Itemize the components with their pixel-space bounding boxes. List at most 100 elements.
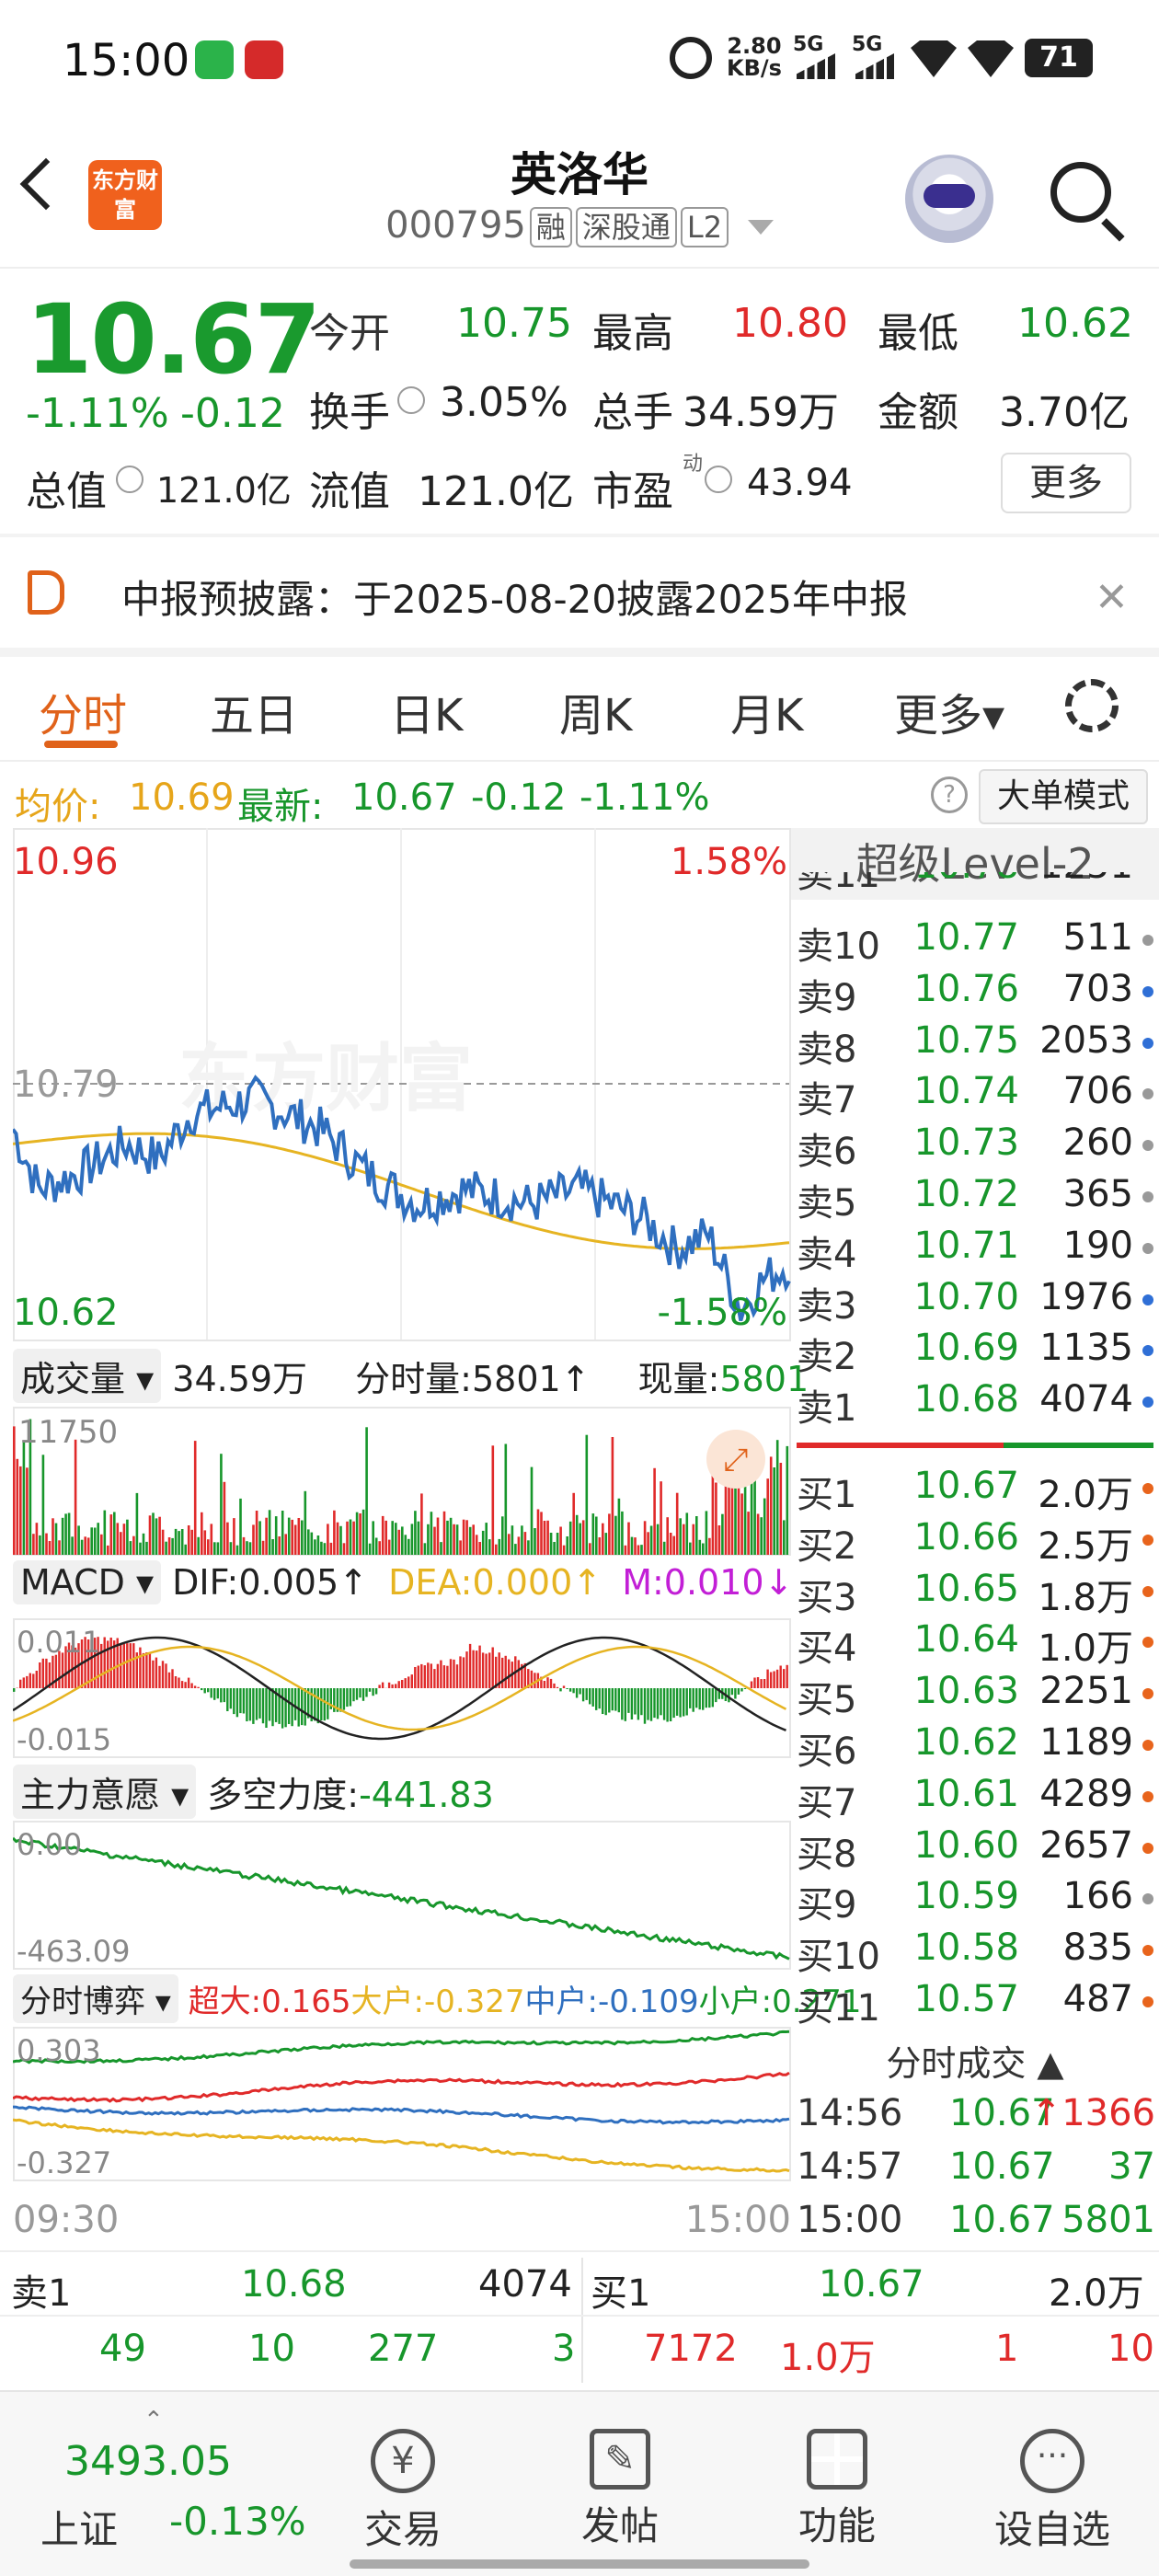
now-volume-label: 现量: <box>637 1359 720 1399</box>
macd-dropdown[interactable]: MACD ▾ <box>13 1560 162 1604</box>
tab-five-day[interactable]: 五日 <box>210 679 298 743</box>
bid-row[interactable]: 买8 10.60 2657 <box>797 1824 1153 1876</box>
level-name: 卖9 <box>797 976 857 1019</box>
bid-row[interactable]: 买7 10.61 4289 <box>797 1773 1153 1824</box>
help-icon[interactable]: ? <box>931 776 968 813</box>
nav-post[interactable]: ✎ 发帖 <box>546 2429 694 2551</box>
ask-row[interactable]: 卖5 10.72 365 <box>797 1173 1153 1225</box>
volume-bar <box>511 1525 514 1555</box>
volume-bar <box>685 1512 689 1555</box>
bid-row[interactable]: 买3 10.65 1.8万 <box>797 1568 1153 1619</box>
macd-bar <box>223 1688 225 1703</box>
level-volume: 190 <box>1062 1224 1133 1267</box>
macd-bar <box>165 1663 167 1688</box>
volume-bar <box>387 1539 391 1555</box>
ask-row[interactable]: 卖9 10.76 703 <box>797 968 1153 1019</box>
volume-bar <box>207 1539 210 1555</box>
ask-row[interactable]: 卖8 10.75 2053 <box>797 1019 1153 1071</box>
volume-dropdown[interactable]: 成交量 ▾ <box>13 1349 162 1403</box>
bid-row[interactable]: 买4 10.64 1.0万 <box>797 1618 1153 1670</box>
volume-bar <box>284 1534 287 1555</box>
info-icon-3[interactable] <box>705 466 732 493</box>
trades-title[interactable]: 分时成交 ▲ <box>791 2035 1159 2086</box>
macd-bar <box>39 1662 41 1688</box>
search-icon[interactable] <box>1050 162 1111 223</box>
ask-row[interactable]: 卖2 10.69 1135 <box>797 1327 1153 1378</box>
notice-bar[interactable]: 中报预披露：于2025-08-20披露2025年中报 ✕ <box>0 537 1159 648</box>
volume-bar <box>86 1537 90 1555</box>
float-value: 121.0亿 <box>418 468 574 515</box>
volume-bar <box>252 1524 255 1555</box>
settings-gear-icon[interactable] <box>1065 679 1119 732</box>
stock-detail-screen: 15:00 2.80 KB/s 5G 5G 71 东方财富 英洛华 000795… <box>0 0 1159 2576</box>
volume-bar <box>165 1541 167 1555</box>
info-icon[interactable] <box>397 386 425 414</box>
close-icon[interactable]: ✕ <box>1095 578 1129 618</box>
macd-bar <box>374 1688 378 1695</box>
nav-add-watch[interactable]: ··· 设自选 <box>979 2429 1126 2555</box>
level-volume: 487 <box>1062 1978 1133 2020</box>
trade-price: 10.67 <box>949 2145 1055 2188</box>
level-price: 10.57 <box>913 1978 1019 2020</box>
level-price: 10.60 <box>913 1823 1019 1867</box>
big-order-mode-button[interactable]: 大单模式 <box>979 769 1148 824</box>
macd-bar <box>649 1688 653 1721</box>
volume-bar <box>352 1521 355 1555</box>
ask-row[interactable]: 卖1 10.68 4074 <box>797 1378 1153 1430</box>
level-price: 10.64 <box>913 1618 1019 1662</box>
level-name: 买7 <box>797 1781 857 1824</box>
bid-row[interactable]: 买2 10.66 2.5万 <box>797 1516 1153 1568</box>
volume-bar <box>397 1529 401 1555</box>
volume-bar <box>307 1529 310 1555</box>
ask-row[interactable]: 卖7 10.74 706 <box>797 1070 1153 1121</box>
game-panel-header: 分时博弈 ▾ 超大:0.165大户:-0.327中户:-0.109小户:0.27… <box>13 1974 861 2023</box>
tab-more[interactable]: 更多▾ <box>894 679 1004 743</box>
volume-bar <box>779 1463 783 1555</box>
macd-bar <box>598 1688 601 1709</box>
bid-row[interactable]: 买1 10.67 2.0万 <box>797 1465 1153 1516</box>
macd-bar <box>155 1657 158 1688</box>
ask-row[interactable]: 卖4 10.71 190 <box>797 1225 1153 1276</box>
bid-row[interactable]: 买6 10.62 1189 <box>797 1721 1153 1773</box>
intraday-charts[interactable]: 东方财富 10.96 1.58% 10.79 10.62 -1.58% 1175… <box>13 828 791 2245</box>
volume-bar <box>501 1516 504 1555</box>
game-dropdown[interactable]: 分时博弈 ▾ <box>13 1974 178 2023</box>
macd-bar <box>207 1688 210 1693</box>
chevron-up-icon: ⌃ <box>143 2407 164 2434</box>
level-price: 10.66 <box>913 1515 1019 1558</box>
macd-bar <box>252 1688 255 1724</box>
index-widget[interactable]: ⌃ 3493.05 上证 -0.13% <box>18 2407 313 2563</box>
ask-row[interactable]: 卖6 10.73 260 <box>797 1121 1153 1173</box>
expand-arrows-icon[interactable]: ⤢ <box>723 1442 748 1478</box>
macd-bar <box>611 1688 614 1711</box>
order-dot-icon <box>1142 1585 1153 1597</box>
ask-row[interactable]: 卖10 10.77 511 <box>797 916 1153 968</box>
bid-row[interactable]: 买10 10.58 835 <box>797 1926 1153 1978</box>
nav-trade[interactable]: ¥ 交易 <box>329 2429 476 2555</box>
bid-row[interactable]: 买9 10.59 166 <box>797 1875 1153 1926</box>
force-dropdown[interactable]: 主力意愿 ▾ <box>13 1765 197 1819</box>
macd-bar <box>226 1688 229 1711</box>
more-button[interactable]: 更多 <box>1001 453 1131 513</box>
bid-row[interactable]: 买11 10.57 487 <box>797 1978 1153 2030</box>
tab-daily-k[interactable]: 日K <box>390 679 463 743</box>
macd-bar <box>465 1651 468 1688</box>
nav-function[interactable]: 功能 <box>763 2429 911 2551</box>
level-name: 买4 <box>797 1627 857 1671</box>
bottom-buy1-vol: 2.0万 <box>1049 2272 1144 2315</box>
macd-bar <box>32 1673 35 1688</box>
macd-bar <box>468 1643 472 1688</box>
bid-row[interactable]: 买5 10.63 2251 <box>797 1670 1153 1721</box>
info-icon-2[interactable] <box>116 466 143 493</box>
level-volume: 1.8万 <box>1038 1576 1133 1619</box>
macd-bar <box>695 1688 698 1708</box>
volume-bar <box>116 1523 120 1555</box>
macd-bar <box>647 1688 649 1720</box>
tab-intraday[interactable]: 分时 <box>39 679 127 743</box>
tab-weekly-k[interactable]: 周K <box>559 679 632 743</box>
volume-bar <box>440 1542 442 1555</box>
tab-monthly-k[interactable]: 月K <box>730 679 803 743</box>
ask-row[interactable]: 卖3 10.70 1976 <box>797 1276 1153 1328</box>
order-dot-icon <box>1142 1688 1153 1700</box>
chart-tabs: 分时 五日 日K 周K 月K 更多▾ <box>0 662 1159 754</box>
